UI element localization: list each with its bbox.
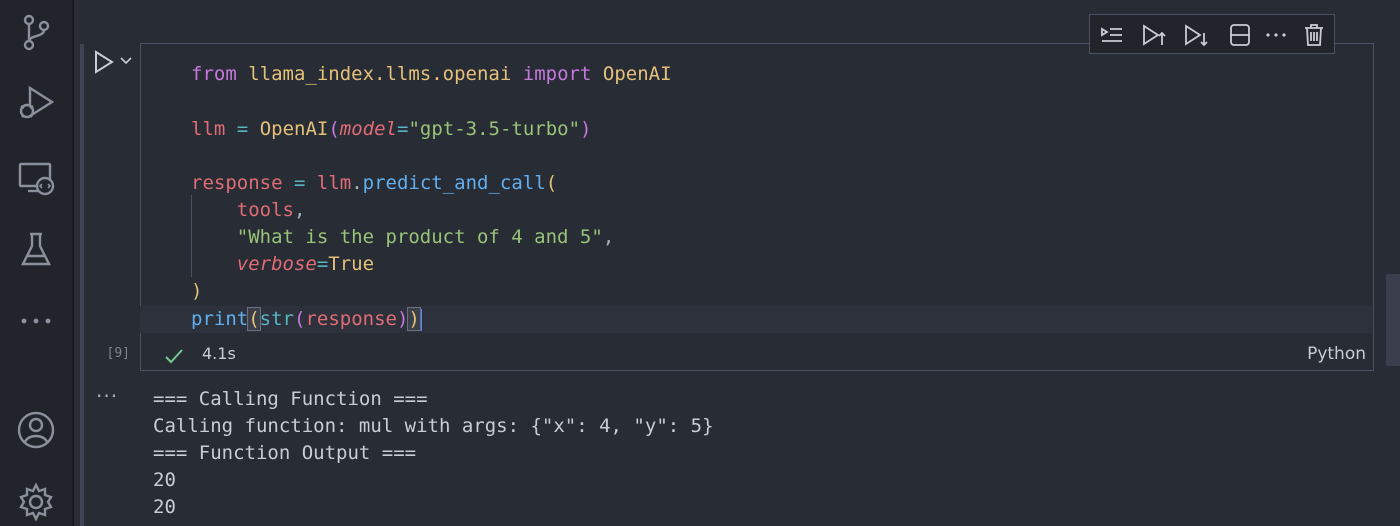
comma: ,: [602, 226, 615, 248]
code-line-7: ): [191, 278, 202, 305]
account-icon[interactable]: [16, 410, 56, 450]
keyword: from: [191, 63, 237, 85]
variable: response: [305, 308, 397, 330]
remote-explorer-icon[interactable]: [16, 158, 56, 198]
output-line: === Calling Function ===: [153, 388, 428, 410]
function-name: predict_and_call: [362, 172, 546, 194]
execute-cell-and-below-icon[interactable]: [1182, 21, 1210, 49]
variable: tools: [236, 199, 294, 221]
cell-toolbar: [1089, 14, 1335, 54]
code-editor[interactable]: from llama_index.llms.openai import Open…: [140, 44, 1374, 334]
run-cell-button[interactable]: [92, 48, 116, 76]
class-name: OpenAI: [602, 63, 672, 85]
operator: =: [316, 253, 329, 275]
paren: (: [328, 118, 340, 140]
text-cursor: [419, 308, 422, 331]
parameter: model: [339, 118, 397, 140]
string: "gpt-3.5-turbo": [408, 118, 581, 140]
paren: (: [545, 172, 558, 194]
operator: =: [236, 118, 249, 140]
paren: ): [407, 307, 421, 331]
output-more-button[interactable]: ···: [96, 386, 118, 406]
check-icon: [164, 346, 184, 366]
code-line-4: tools,: [191, 197, 306, 224]
more-icon[interactable]: [16, 300, 56, 340]
scrollbar-thumb[interactable]: [1386, 274, 1400, 366]
output-line: Calling function: mul with args: {"x": 4…: [153, 415, 714, 437]
parameter: verbose: [236, 253, 317, 275]
settings-icon[interactable]: [16, 482, 56, 522]
code-line-3: response = llm.predict_and_call(: [191, 170, 557, 197]
variable: llm: [191, 118, 226, 140]
code-line-5: "What is the product of 4 and 5",: [191, 224, 615, 251]
paren: (: [293, 308, 306, 330]
output-line: === Function Output ===: [153, 442, 417, 464]
string: "What is the product of 4 and 5": [236, 226, 603, 248]
output-line: 20: [153, 496, 176, 518]
paren: ): [191, 280, 203, 302]
execution-time: 4.1s: [202, 344, 236, 363]
cell-language-selector[interactable]: Python: [1307, 344, 1366, 364]
execute-cell-and-above-icon[interactable]: [1140, 21, 1168, 49]
output-line: 20: [153, 469, 176, 491]
activity-bar: [0, 0, 74, 526]
class-name: OpenAI: [259, 118, 329, 140]
split-cell-icon[interactable]: [1226, 21, 1254, 49]
dot: .: [351, 172, 363, 194]
cell-focus-indicator: [80, 44, 84, 526]
boolean: True: [328, 253, 375, 275]
source-control-icon[interactable]: [16, 12, 56, 52]
operator: =: [293, 172, 306, 194]
builtin-name: str: [259, 308, 294, 330]
code-line-2: llm = OpenAI(model="gpt-3.5-turbo"): [191, 116, 591, 143]
code-line-6: verbose=True: [191, 251, 374, 278]
keyword: import: [522, 63, 592, 85]
paren: (: [247, 307, 261, 331]
paren: ): [580, 118, 592, 140]
testing-icon[interactable]: [16, 230, 56, 270]
variable: response: [191, 172, 283, 194]
code-line-8: print(str(response)): [191, 306, 422, 333]
execution-count: [9]: [106, 346, 130, 361]
delete-cell-icon[interactable]: [1300, 21, 1328, 49]
function-name: print: [191, 308, 249, 330]
operator: =: [396, 118, 409, 140]
code-line-1: from llama_index.llms.openai import Open…: [191, 61, 672, 88]
run-debug-icon[interactable]: [16, 82, 56, 122]
comma: ,: [293, 199, 306, 221]
chevron-down-icon[interactable]: [118, 52, 134, 68]
variable: llm: [316, 172, 352, 194]
execute-above-cells-icon[interactable]: [1098, 21, 1126, 49]
paren: ): [396, 308, 409, 330]
module-name: llama_index.llms.openai: [248, 63, 512, 85]
more-actions-icon[interactable]: [1262, 21, 1290, 49]
